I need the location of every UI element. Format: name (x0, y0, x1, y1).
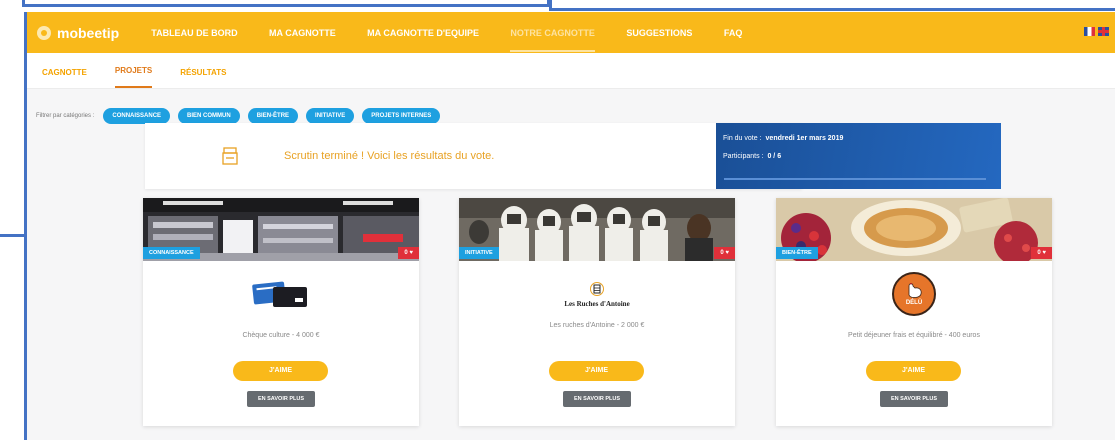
tab-projets[interactable]: PROJETS (114, 66, 153, 88)
learn-more-button[interactable]: EN SAVOIR PLUS (880, 391, 948, 407)
learn-more-button[interactable]: EN SAVOIR PLUS (563, 391, 631, 407)
like-count-badge: 0 ♥ (1031, 247, 1052, 259)
main-nav: TABLEAU DE BORD MA CAGNOTTE MA CAGNOTTE … (151, 14, 769, 52)
vote-info-panel: Fin du vote : vendredi 1er mars 2019 Part… (716, 123, 1001, 189)
flag-fr-icon[interactable] (1084, 27, 1095, 36)
category-badge: INITIATIVE (459, 247, 499, 259)
brand-name: mobeetip (57, 24, 120, 41)
vote-end-label: Fin du vote : (723, 135, 762, 142)
participants-label: Participants : (723, 153, 764, 160)
delu-logo: DÉLÜ (892, 272, 936, 316)
sub-navbar: CAGNOTTE PROJETS RÉSULTATS (27, 53, 1115, 89)
like-button[interactable]: J'AIME (866, 361, 961, 381)
card-title: Petit déjeuner frais et équilibré - 400 … (848, 332, 980, 339)
chip-initiative[interactable]: INITIATIVE (306, 108, 355, 124)
ruches-logo-text: Les Ruches d'Antoine (564, 299, 630, 308)
nav-suggestions[interactable]: SUGGESTIONS (626, 14, 692, 50)
annotation-frame-top-left (22, 0, 550, 7)
tab-cagnotte[interactable]: CAGNOTTE (42, 68, 87, 88)
participants-value: 0 / 6 (767, 153, 782, 160)
card-title: Chèque culture - 4 000 € (242, 332, 320, 339)
chip-bien-commun[interactable]: BIEN COMMUN (178, 108, 240, 124)
banner-message: Scrutin terminé ! Voici les résultats du… (145, 123, 716, 189)
like-button[interactable]: J'AIME (549, 361, 644, 381)
card-title: Les ruches d'Antoine - 2 000 € (549, 322, 645, 329)
filters-label: Filtrer par catégories : (36, 113, 95, 119)
box-icon (222, 147, 238, 165)
nav-notre-cagnotte[interactable]: NOTRE CAGNOTTE (510, 14, 595, 52)
like-count-badge: 0 ♥ (398, 247, 419, 259)
vote-result-banner: Scrutin terminé ! Voici les résultats du… (145, 123, 802, 189)
chip-projets-internes[interactable]: PROJETS INTERNES (362, 108, 441, 124)
like-count-badge: 0 ♥ (714, 247, 735, 259)
card-image-beekeepers (459, 198, 735, 261)
category-badge: CONNAISSANCE (143, 247, 200, 259)
participation-bar (724, 178, 986, 180)
beehive-icon (590, 281, 604, 296)
nav-ma-cagnotte-equipe[interactable]: MA CAGNOTTE D'EQUIPE (367, 14, 479, 50)
banner-text: Scrutin terminé ! Voici les résultats du… (284, 150, 495, 162)
like-button[interactable]: J'AIME (233, 361, 328, 381)
top-navbar: mobeetip TABLEAU DE BORD MA CAGNOTTE MA … (27, 12, 1115, 53)
vote-participants-row: Participants :0 / 6 (723, 153, 994, 160)
flag-uk-icon[interactable] (1098, 27, 1109, 36)
project-card-ruches: INITIATIVE 0 ♥ Les Ruches d'Antoine Les … (459, 198, 735, 426)
category-badge: BIEN-ÊTRE (776, 247, 818, 259)
chip-bien-etre[interactable]: BIEN-ÊTRE (247, 108, 299, 124)
brand-logo[interactable]: mobeetip (37, 25, 119, 41)
language-switcher (1084, 27, 1109, 36)
project-card-cheque-culture: CONNAISSANCE 0 ♥ Chèque culture - 4 000 … (143, 198, 419, 426)
category-filters: Filtrer par catégories : CONNAISSANCE BI… (36, 108, 448, 124)
logo-icon (37, 25, 51, 40)
nav-faq[interactable]: FAQ (724, 14, 743, 50)
nav-tableau-de-bord[interactable]: TABLEAU DE BORD (151, 14, 237, 50)
project-card-petit-dejeuner: BIEN-ÊTRE 0 ♥ DÉLÜ Petit déjeuner frais … (776, 198, 1052, 426)
vote-end-row: Fin du vote : vendredi 1er mars 2019 (723, 135, 994, 142)
vote-end-value: vendredi 1er mars 2019 (765, 135, 844, 142)
tab-resultats[interactable]: RÉSULTATS (180, 68, 226, 88)
card-logo (143, 272, 419, 316)
annotation-frame-top-right (549, 0, 1115, 11)
gift-cards-icon (252, 281, 307, 307)
nav-ma-cagnotte[interactable]: MA CAGNOTTE (269, 14, 336, 50)
rooster-icon (908, 283, 922, 298)
chip-connaissance[interactable]: CONNAISSANCE (103, 108, 171, 124)
learn-more-button[interactable]: EN SAVOIR PLUS (247, 391, 315, 407)
card-logo: DÉLÜ (776, 272, 1052, 316)
delu-logo-text: DÉLÜ (905, 300, 923, 306)
card-logo: Les Ruches d'Antoine (459, 272, 735, 316)
